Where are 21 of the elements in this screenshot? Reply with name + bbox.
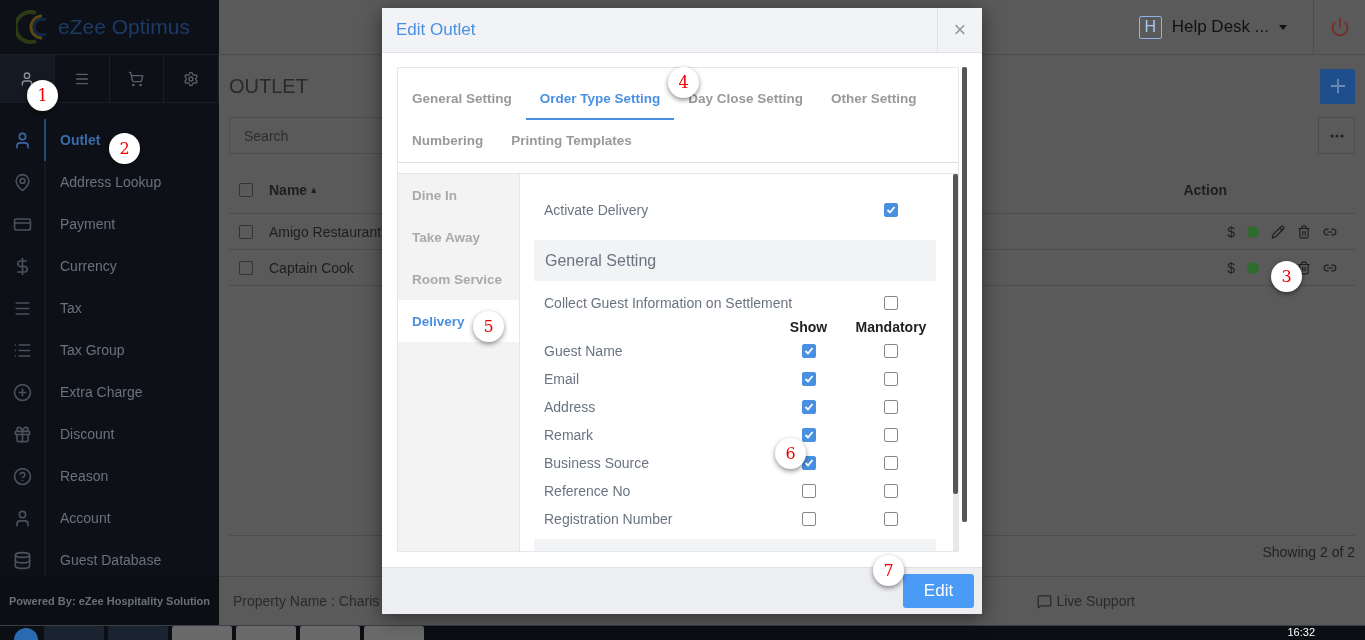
column-header: Action [1183,181,1227,198]
setting-label: Collect Guest Information on Settlement [544,295,794,311]
section-header: General Setting [534,240,936,281]
setting-label: Activate Delivery [544,202,650,218]
field-label: Remark [544,427,594,443]
column-header: Mandatory [854,319,928,335]
clock-time: 16:32 [1287,626,1315,638]
user-badge: H [1138,15,1162,39]
field-label: Address [544,399,597,415]
field-label: Business Source [544,455,651,471]
pagination-text: Showing 2 of 2 [1262,544,1355,560]
table-cell: Captain Cook [269,259,354,276]
powered-by-text: Powered By: eZee Hospitality Solution [0,576,219,625]
dialog-title: Edit Outlet [396,20,477,40]
brand-name: eZee Optimus [58,15,190,39]
table-cell: Amigo Restaurant [269,223,382,240]
field-label: Email [544,371,580,387]
field-label: Guest Name [544,343,624,359]
column-header: Show [788,319,829,335]
field-label: Registration Number [544,511,674,527]
field-label: Reference No [544,483,632,499]
